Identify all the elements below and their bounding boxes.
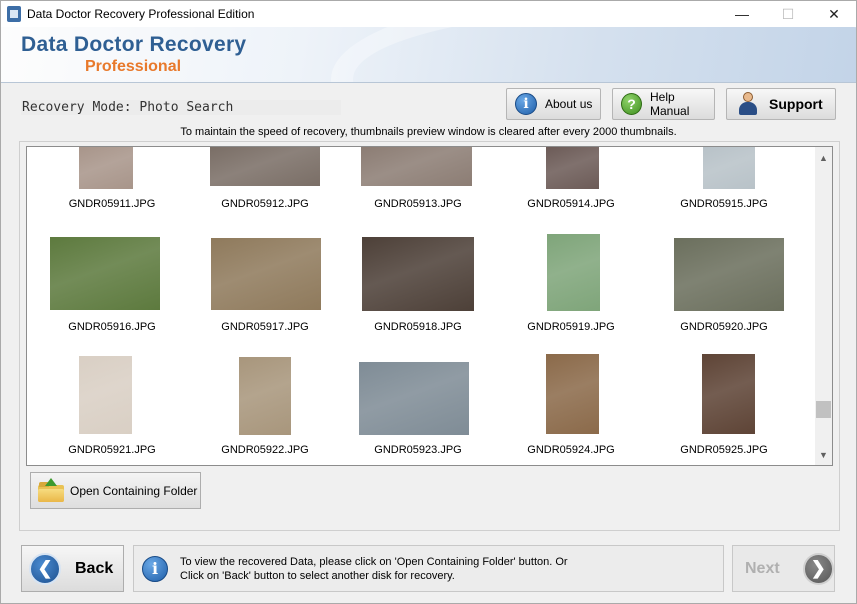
arrow-right-icon: ❯ [802,552,834,585]
brand-subtitle: Professional [85,58,182,75]
info-icon: i [515,93,537,115]
app-icon [7,6,21,22]
support-person-icon [737,92,759,116]
support-label: Support [769,96,823,112]
about-us-label: About us [545,97,593,111]
thumbnail-item[interactable]: GNDR05925.JPG [654,147,794,465]
thumbnail-item[interactable]: GNDR05923.JPG [348,147,488,465]
instruction-box: i To view the recovered Data, please cli… [133,545,724,592]
recovery-mode-label: Recovery Mode: Photo Search [21,100,341,115]
brand-title: Data Doctor Recovery [21,33,247,56]
photo-thumbnail-image[interactable] [702,354,755,434]
title-bar: Data Doctor Recovery Professional Editio… [1,1,856,27]
about-us-button[interactable]: i About us [506,88,601,120]
app-window: Data Doctor Recovery Professional Editio… [0,0,857,604]
help-manual-button[interactable]: ? Help Manual [612,88,715,120]
close-button[interactable]: ✕ [811,1,857,27]
thumbnail-filename: GNDR05923.JPG [374,444,462,456]
thumbnail-gallery[interactable]: ▲ ▼ GNDR05911.JPG GNDR05912.JPG GNDR05913.… [26,146,833,466]
thumbnail-filename: GNDR05922.JPG [221,444,309,456]
info-icon: i [142,555,168,582]
thumbnail-item[interactable]: GNDR05924.JPG [501,147,641,465]
minimize-button[interactable]: — [719,1,765,27]
instruction-text: To view the recovered Data, please click… [180,555,568,583]
arrow-left-icon: ❮ [29,552,61,585]
open-containing-folder-button[interactable]: Open Containing Folder [30,472,201,509]
photo-thumbnail-image[interactable] [79,356,132,434]
window-title: Data Doctor Recovery Professional Editio… [27,7,255,21]
back-label: Back [75,559,114,577]
photo-thumbnail-image[interactable] [546,354,599,434]
support-button[interactable]: Support [726,88,836,120]
scroll-down-arrow-icon[interactable]: ▼ [815,446,832,463]
folder-icon [38,477,64,502]
photo-thumbnail-image[interactable] [239,357,291,435]
thumbnail-filename: GNDR05921.JPG [68,444,156,456]
thumbnail-item[interactable]: GNDR05921.JPG [42,147,182,465]
header-banner: Data Doctor Recovery Professional [1,27,856,83]
vertical-scrollbar[interactable]: ▲ ▼ [815,147,832,465]
back-button[interactable]: ❮ Back [21,545,124,592]
thumbnail-filename: GNDR05925.JPG [680,444,768,456]
thumbnail-notice: To maintain the speed of recovery, thumb… [180,126,677,138]
maximize-button[interactable]: ☐ [765,1,811,27]
open-folder-label: Open Containing Folder [70,483,198,498]
help-manual-label: Help Manual [650,90,690,118]
scroll-up-arrow-icon[interactable]: ▲ [815,149,832,166]
photo-thumbnail-image[interactable] [359,362,469,435]
next-button: Next ❯ [732,545,835,592]
instruction-line-2: Click on 'Back' button to select another… [180,569,455,582]
help-icon: ? [621,93,642,115]
scroll-thumb[interactable] [816,401,831,418]
thumbnail-filename: GNDR05924.JPG [527,444,615,456]
thumbnail-item[interactable]: GNDR05922.JPG [195,147,335,465]
instruction-line-1: To view the recovered Data, please click… [180,555,568,568]
next-label: Next [745,559,780,577]
